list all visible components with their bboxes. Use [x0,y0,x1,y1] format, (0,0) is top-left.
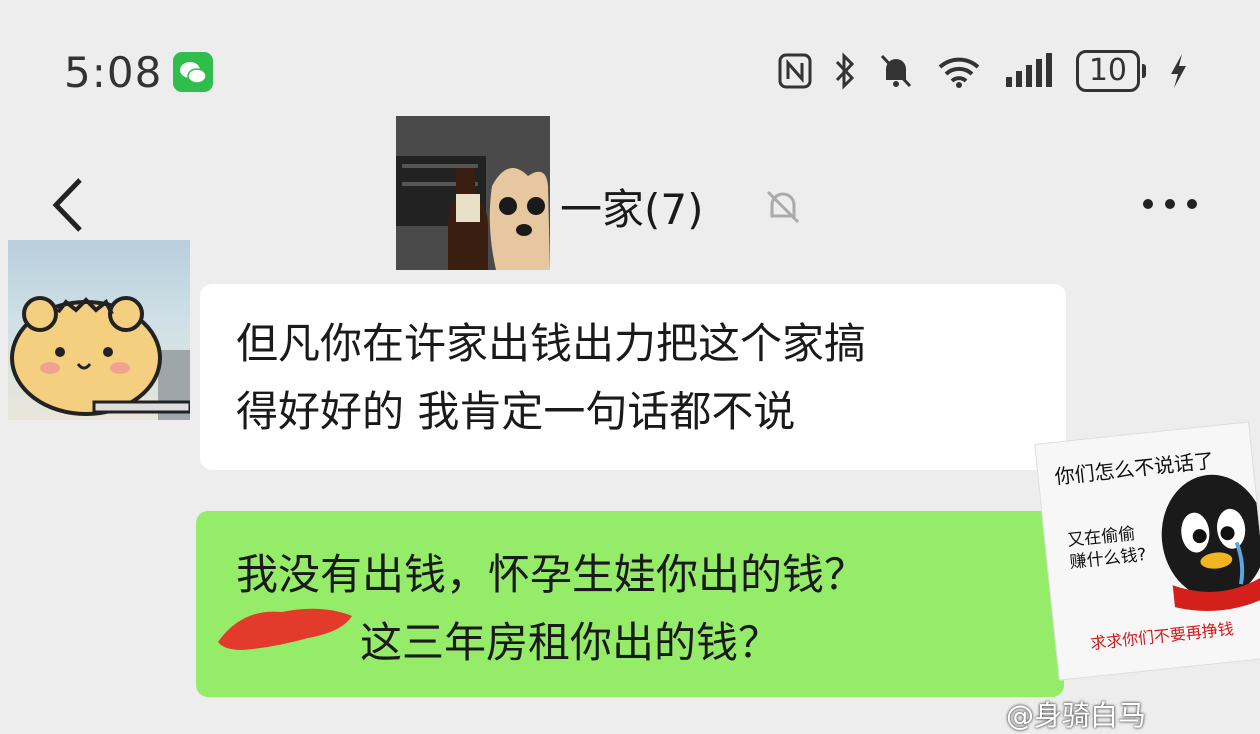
weibo-watermark: @身骑白马 [1006,699,1147,732]
back-icon [52,178,82,232]
battery-level: 10 [1075,50,1140,92]
wechat-icon [173,52,213,92]
mute-indicator [762,186,804,232]
mute-icon [766,190,800,224]
back-button[interactable] [48,176,88,238]
status-time: 5:08 [64,48,163,97]
message-bubble-incoming[interactable]: 但凡你在许家出钱出力把这个家搞 得好好的 我肯定一句话都不说 [200,284,1066,470]
beer-dog-sticker [396,116,550,270]
battery-icon: 10 [1075,50,1146,92]
message-line: 但凡你在许家出钱出力把这个家搞 [236,319,867,368]
bell-off-icon [880,54,911,88]
sender-avatar[interactable] [8,240,190,420]
redaction-scribble [212,598,360,652]
sticker-text-mid: 又在偷偷 赚什么钱? [1066,523,1148,573]
nfc-icon [778,53,812,89]
status-icons: 10 [778,50,1188,92]
wifi-icon [938,57,980,88]
penguin-sticker: 你们怎么不说话了 又在偷偷 赚什么钱? 求求你们不要再挣钱 [1034,421,1260,681]
more-button[interactable] [1140,196,1200,216]
signal-icon [1005,53,1052,87]
message-line: 得好好的 我肯定一句话都不说 [236,387,796,436]
more-icon [1143,199,1197,209]
chat-title[interactable]: 一家(7) [560,176,704,237]
bluetooth-icon [835,52,854,90]
charging-icon [1171,54,1186,88]
